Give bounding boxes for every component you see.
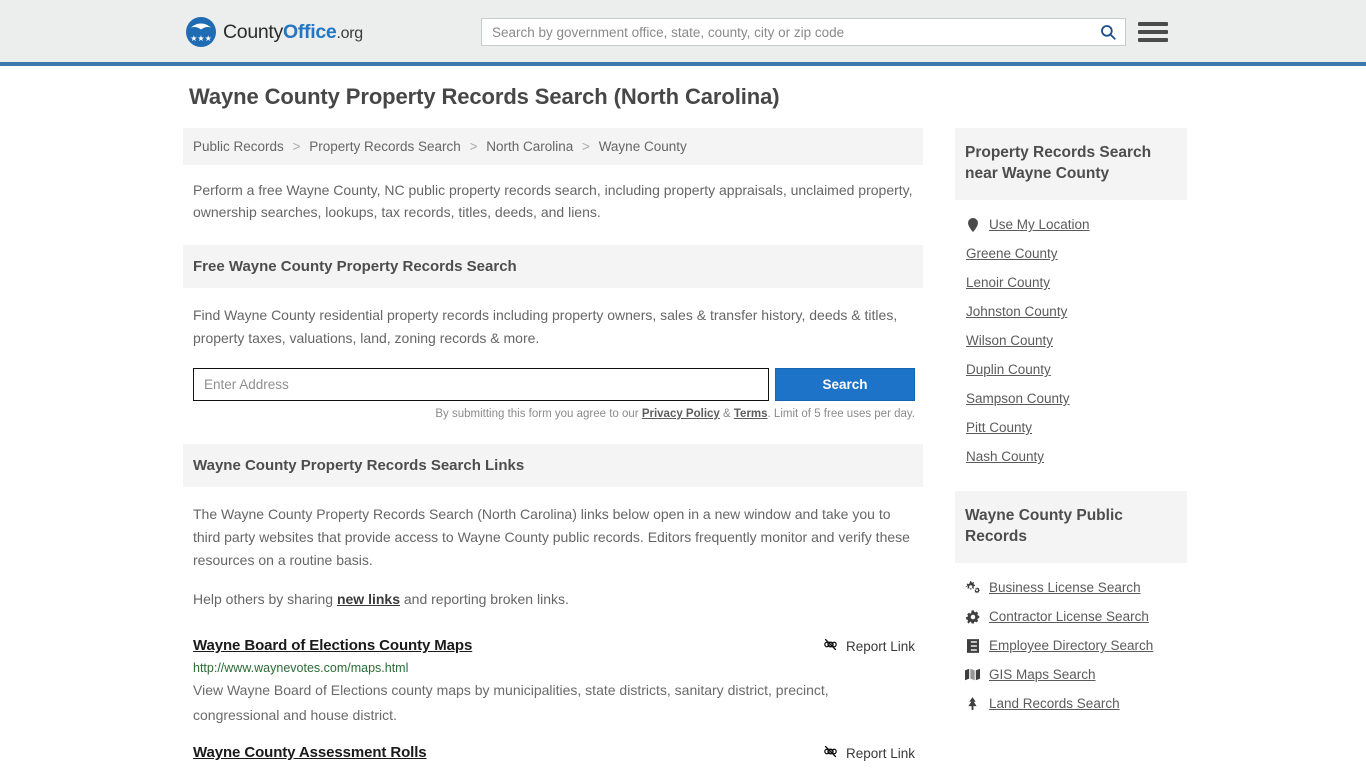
sidebar: Property Records Search near Wayne Count…	[955, 128, 1187, 768]
resource-link-title[interactable]: Wayne Board of Elections County Maps	[193, 637, 472, 654]
sidebar-link-label[interactable]: Wilson County	[966, 333, 1053, 348]
help-text-pre: Help others by sharing	[193, 591, 337, 607]
map-pin-icon	[965, 217, 980, 232]
breadcrumb-separator: >	[292, 139, 301, 154]
address-search-form: Search	[193, 368, 915, 401]
resource-link-url: http://www.waynevotes.com/maps.html	[193, 661, 409, 675]
form-disclaimer: By submitting this form you agree to our…	[183, 408, 915, 420]
map-icon	[965, 668, 980, 681]
brand-part-county: County	[223, 20, 283, 43]
public-records-heading: Wayne County Public Records	[955, 491, 1187, 563]
sidebar-link-label[interactable]: Employee Directory Search	[989, 638, 1153, 653]
hamburger-menu-icon[interactable]	[1138, 20, 1168, 44]
free-search-heading: Free Wayne County Property Records Searc…	[183, 245, 923, 288]
sidebar-link-label[interactable]: Johnston County	[966, 304, 1067, 319]
gear-icon	[965, 609, 980, 624]
resource-link-description: View Wayne Board of Elections county map…	[193, 682, 829, 723]
sidebar-item-pitt-county[interactable]: Pitt County	[955, 413, 1187, 442]
sidebar-item-nash-county[interactable]: Nash County	[955, 442, 1187, 471]
list-item: Wayne Board of Elections County Maps Rep…	[193, 637, 915, 728]
sidebar-item-duplin-county[interactable]: Duplin County	[955, 355, 1187, 384]
site-header: ★★★ CountyOffice.org	[0, 0, 1366, 66]
intro-paragraph: Perform a free Wayne County, NC public p…	[193, 182, 913, 220]
sidebar-link-label[interactable]: Greene County	[966, 246, 1058, 261]
page-body: Wayne County Property Records Search (No…	[183, 66, 1187, 768]
list-book-icon	[965, 638, 980, 653]
public-records-card: Wayne County Public Records Business Lic…	[955, 491, 1187, 718]
brand-part-office: Office	[283, 20, 337, 43]
sidebar-item-use-my-location[interactable]: Use My Location	[955, 210, 1187, 239]
sidebar-link-label[interactable]: Contractor License Search	[989, 609, 1149, 624]
links-help-line: Help others by sharing new links and rep…	[183, 588, 923, 611]
breadcrumb-item-property-records-search[interactable]: Property Records Search	[309, 139, 461, 154]
search-icon[interactable]	[1091, 19, 1125, 45]
disclaimer-text-post: . Limit of 5 free uses per day.	[767, 408, 915, 420]
brand-part-org: .org	[336, 24, 363, 42]
sidebar-link-label[interactable]: Land Records Search	[989, 696, 1120, 711]
sidebar-item-employee-directory-search[interactable]: Employee Directory Search	[955, 631, 1187, 660]
sidebar-link-label[interactable]: Sampson County	[966, 391, 1070, 406]
sidebar-item-contractor-license-search[interactable]: Contractor License Search	[955, 602, 1187, 631]
sidebar-item-sampson-county[interactable]: Sampson County	[955, 384, 1187, 413]
report-link-label: Report Link	[845, 638, 915, 654]
sidebar-link-label[interactable]: Pitt County	[966, 420, 1032, 435]
nearby-search-card: Property Records Search near Wayne Count…	[955, 128, 1187, 471]
sidebar-item-lenoir-county[interactable]: Lenoir County	[955, 268, 1187, 297]
report-link-label: Report Link	[845, 745, 915, 761]
nearby-search-heading: Property Records Search near Wayne Count…	[955, 128, 1187, 200]
resource-link-title[interactable]: Wayne County Assessment Rolls	[193, 744, 427, 761]
sidebar-item-johnston-county[interactable]: Johnston County	[955, 297, 1187, 326]
sidebar-item-land-records-search[interactable]: Land Records Search	[955, 689, 1187, 718]
sidebar-link-label[interactable]: GIS Maps Search	[989, 667, 1096, 682]
breadcrumb-separator: >	[582, 139, 590, 154]
main-column: Public Records > Property Records Search…	[183, 128, 923, 768]
search-input[interactable]	[482, 19, 1091, 45]
sidebar-link-label[interactable]: Use My Location	[989, 217, 1090, 232]
sidebar-link-label[interactable]: Duplin County	[966, 362, 1051, 377]
list-item: Wayne County Assessment Rolls Report Lin…	[193, 744, 915, 768]
sidebar-item-wilson-county[interactable]: Wilson County	[955, 326, 1187, 355]
broken-link-icon	[823, 744, 838, 762]
sidebar-item-business-license-search[interactable]: Business License Search	[955, 573, 1187, 602]
terms-link[interactable]: Terms	[734, 408, 768, 420]
new-links-link[interactable]: new links	[337, 591, 400, 607]
eagle-seal-icon: ★★★	[186, 17, 216, 47]
site-logo[interactable]: ★★★ CountyOffice.org	[186, 17, 363, 47]
breadcrumb-separator: >	[469, 139, 478, 154]
free-search-description: Find Wayne County residential property r…	[193, 307, 898, 346]
report-link-button[interactable]: Report Link	[809, 744, 915, 762]
brand-text: CountyOffice.org	[223, 21, 363, 44]
links-section-paragraph: The Wayne County Property Records Search…	[193, 506, 910, 568]
stars-glyph: ★★★	[190, 34, 212, 43]
tree-icon	[965, 696, 980, 711]
global-search	[481, 18, 1126, 46]
search-button[interactable]: Search	[775, 368, 915, 401]
sidebar-item-gis-maps-search[interactable]: GIS Maps Search	[955, 660, 1187, 689]
broken-link-icon	[823, 637, 838, 655]
breadcrumb-item-north-carolina[interactable]: North Carolina	[486, 139, 573, 154]
breadcrumb-item-wayne-county[interactable]: Wayne County	[599, 139, 687, 154]
disclaimer-amp: &	[719, 408, 734, 420]
breadcrumb: Public Records > Property Records Search…	[183, 128, 923, 165]
cogs-icon	[965, 581, 980, 594]
disclaimer-text-pre: By submitting this form you agree to our	[435, 408, 642, 420]
sidebar-link-label[interactable]: Business License Search	[989, 580, 1141, 595]
links-section-heading: Wayne County Property Records Search Lin…	[183, 444, 923, 487]
sidebar-item-greene-county[interactable]: Greene County	[955, 239, 1187, 268]
privacy-policy-link[interactable]: Privacy Policy	[642, 408, 720, 420]
links-section: Wayne County Property Records Search Lin…	[183, 444, 923, 768]
address-input[interactable]	[193, 368, 769, 401]
report-link-button[interactable]: Report Link	[809, 637, 915, 655]
sidebar-link-label[interactable]: Nash County	[966, 449, 1044, 464]
sidebar-link-label[interactable]: Lenoir County	[966, 275, 1050, 290]
page-title: Wayne County Property Records Search (No…	[189, 84, 780, 109]
help-text-post: and reporting broken links.	[400, 591, 569, 607]
breadcrumb-item-public-records[interactable]: Public Records	[193, 139, 284, 154]
